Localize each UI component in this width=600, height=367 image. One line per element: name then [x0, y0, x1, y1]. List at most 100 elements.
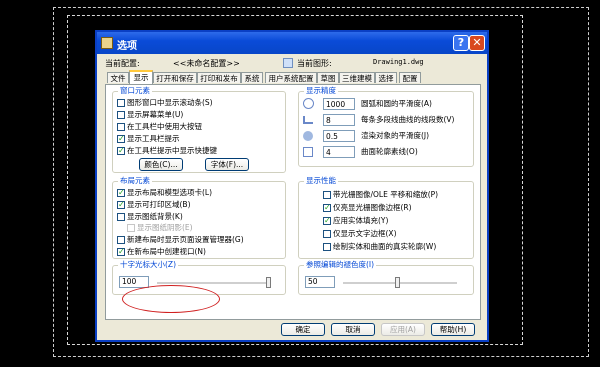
- checkbox-label: 在工具栏中使用大按钮: [127, 122, 202, 131]
- display-resolution-title: 显示精度: [304, 86, 338, 96]
- render-smoothness-input[interactable]: 0.5: [323, 130, 355, 142]
- checkbox-raster-frame[interactable]: ✓ 仅亮显光栅图像边框(R): [323, 203, 412, 213]
- checkbox-label: 在工具栏提示中显示快捷键: [127, 146, 217, 155]
- checkbox-box[interactable]: ✓: [117, 147, 125, 155]
- checkbox-box[interactable]: ✓: [117, 135, 125, 143]
- tab-profiles[interactable]: 配置: [399, 72, 421, 83]
- apply-button: 应用(A): [381, 323, 425, 336]
- checkbox-large-buttons[interactable]: 在工具栏中使用大按钮: [117, 122, 202, 132]
- checkbox-box[interactable]: ✓: [117, 201, 125, 209]
- tab-user-preferences[interactable]: 用户系统配置: [265, 72, 317, 83]
- checkbox-box[interactable]: ✓: [323, 204, 331, 212]
- checkbox-text-frame[interactable]: 仅显示文字边框(X): [323, 229, 397, 239]
- tab-plot-publish[interactable]: 打印和发布: [197, 72, 241, 83]
- options-dialog: 选项 ? ✕ 当前配置: <<未命名配置>> 当前图形: Drawing1.dw…: [95, 30, 489, 342]
- crosshair-size-title: 十字光标大小(Z): [118, 260, 178, 270]
- layout-elements-title: 布局元素: [118, 176, 152, 186]
- checkbox-label: 仅亮显光栅图像边框(R): [333, 203, 412, 212]
- checkbox-paper-background[interactable]: 显示图纸背景(K): [117, 212, 183, 222]
- tab-files[interactable]: 文件: [107, 72, 129, 83]
- checkbox-label: 显示布局和模型选项卡(L): [127, 188, 213, 197]
- polyline-segments-input[interactable]: 8: [323, 114, 355, 126]
- tab-selection[interactable]: 选择: [375, 72, 397, 83]
- xref-fade-title: 参照编辑的褪色度(I): [304, 260, 377, 270]
- checkbox-page-setup-manager[interactable]: 新建布局时显示页面设置管理器(G): [117, 235, 244, 245]
- checkbox-box[interactable]: [323, 191, 331, 199]
- checkbox-screen-menu[interactable]: 显示屏幕菜单(U): [117, 110, 183, 120]
- tab-system[interactable]: 系统: [241, 72, 263, 83]
- drawing-icon: [283, 58, 293, 68]
- checkbox-create-viewport[interactable]: ✓ 在新布局中创建视口(N): [117, 247, 206, 257]
- checkbox-printable-area[interactable]: ✓ 显示可打印区域(B): [117, 200, 191, 210]
- title-bar[interactable]: 选项 ? ✕: [97, 32, 487, 54]
- colors-button[interactable]: 颜色(C)...: [139, 158, 183, 171]
- checkbox-label: 图形窗口中显示滚动条(S): [127, 98, 213, 107]
- current-profile-label: 当前配置:: [105, 59, 140, 68]
- cancel-button[interactable]: 取消: [331, 323, 375, 336]
- checkbox-box[interactable]: [117, 236, 125, 244]
- checkbox-box[interactable]: [117, 111, 125, 119]
- checkbox-paper-shadow: 显示图纸阴影(E): [127, 223, 193, 233]
- app-icon: [101, 37, 113, 49]
- checkbox-box[interactable]: [117, 213, 125, 221]
- help-button[interactable]: 帮助(H): [431, 323, 475, 336]
- arc-smoothness-label: 圆弧和圆的平滑度(A): [361, 99, 432, 108]
- checkbox-tooltips[interactable]: ✓ 显示工具栏提示: [117, 134, 180, 144]
- checkbox-box[interactable]: [323, 230, 331, 238]
- current-profile-value: <<未命名配置>>: [173, 59, 240, 68]
- crosshair-slider-thumb[interactable]: [266, 277, 271, 288]
- polyline-segments-label: 每条多段线曲线的线段数(V): [361, 115, 455, 124]
- current-drawing-value: Drawing1.dwg: [373, 58, 424, 66]
- tab-open-save[interactable]: 打开和保存: [153, 72, 197, 83]
- red-annotation-ellipse: [122, 285, 220, 313]
- checkbox-label: 显示工具栏提示: [127, 134, 180, 143]
- checkbox-box[interactable]: [117, 123, 125, 131]
- sphere-icon: [303, 131, 313, 141]
- polyline-icon: [303, 116, 313, 124]
- xref-fade-input[interactable]: 50: [305, 276, 335, 288]
- tab-3d-modeling[interactable]: 三维建模: [339, 72, 375, 83]
- checkbox-box[interactable]: [117, 99, 125, 107]
- close-icon[interactable]: ✕: [469, 35, 485, 51]
- checkbox-label: 绘制实体和曲面的真实轮廓(W): [333, 242, 437, 251]
- checkbox-box[interactable]: ✓: [117, 189, 125, 197]
- xref-fade-slider[interactable]: [343, 282, 457, 285]
- ok-button[interactable]: 确定: [281, 323, 325, 336]
- render-smoothness-label: 渲染对象的平滑度(J): [361, 131, 430, 140]
- checkbox-box[interactable]: ✓: [323, 217, 331, 225]
- help-icon[interactable]: ?: [453, 35, 469, 51]
- window-elements-group: 窗口元素 图形窗口中显示滚动条(S) 显示屏幕菜单(U) 在工具栏中使用大按钮 …: [112, 86, 286, 173]
- arc-smoothness-input[interactable]: 1000: [323, 98, 355, 110]
- checkbox-label: 带光栅图像/OLE 平移和缩放(P): [333, 190, 439, 199]
- circle-icon: [303, 98, 314, 109]
- checkbox-label: 显示可打印区域(B): [127, 200, 191, 209]
- surface-icon: [303, 147, 313, 157]
- checkbox-label: 仅显示文字边框(X): [333, 229, 397, 238]
- checkbox-true-silhouettes[interactable]: 绘制实体和曲面的真实轮廓(W): [323, 242, 436, 252]
- checkbox-label: 新建布局时显示页面设置管理器(G): [127, 235, 244, 244]
- contour-lines-input[interactable]: 4: [323, 146, 355, 158]
- checkbox-box[interactable]: [323, 243, 331, 251]
- checkbox-label: 显示图纸背景(K): [127, 212, 183, 221]
- display-resolution-group: 显示精度 1000 圆弧和圆的平滑度(A) 8 每条多段线曲线的线段数(V) 0…: [298, 86, 474, 167]
- checkbox-box[interactable]: ✓: [117, 248, 125, 256]
- display-tab-panel: 窗口元素 图形窗口中显示滚动条(S) 显示屏幕菜单(U) 在工具栏中使用大按钮 …: [105, 84, 481, 320]
- tab-display[interactable]: 显示: [129, 70, 153, 84]
- checkbox-box: [127, 224, 135, 232]
- xref-fade-slider-thumb[interactable]: [395, 277, 400, 288]
- xref-fade-group: 参照编辑的褪色度(I) 50: [298, 260, 474, 295]
- display-performance-title: 显示性能: [304, 176, 338, 186]
- checkbox-raster-pan-zoom[interactable]: 带光栅图像/OLE 平移和缩放(P): [323, 190, 438, 200]
- layout-elements-group: 布局元素 ✓ 显示布局和模型选项卡(L) ✓ 显示可打印区域(B) 显示图纸背景(K…: [112, 176, 286, 259]
- checkbox-label: 应用实体填充(Y): [333, 216, 389, 225]
- current-drawing-label: 当前图形:: [297, 59, 332, 68]
- checkbox-layout-model-tabs[interactable]: ✓ 显示布局和模型选项卡(L): [117, 188, 212, 198]
- tab-drafting[interactable]: 草图: [317, 72, 339, 83]
- checkbox-label: 显示屏幕菜单(U): [127, 110, 184, 119]
- display-performance-group: 显示性能 带光栅图像/OLE 平移和缩放(P) ✓ 仅亮显光栅图像边框(R) ✓ 应…: [298, 176, 474, 259]
- window-elements-title: 窗口元素: [118, 86, 152, 96]
- fonts-button[interactable]: 字体(F)...: [205, 158, 249, 171]
- checkbox-solid-fill[interactable]: ✓ 应用实体填充(Y): [323, 216, 388, 226]
- checkbox-scroll-bars[interactable]: 图形窗口中显示滚动条(S): [117, 98, 213, 108]
- checkbox-shortcut-tooltips[interactable]: ✓ 在工具栏提示中显示快捷键: [117, 146, 217, 156]
